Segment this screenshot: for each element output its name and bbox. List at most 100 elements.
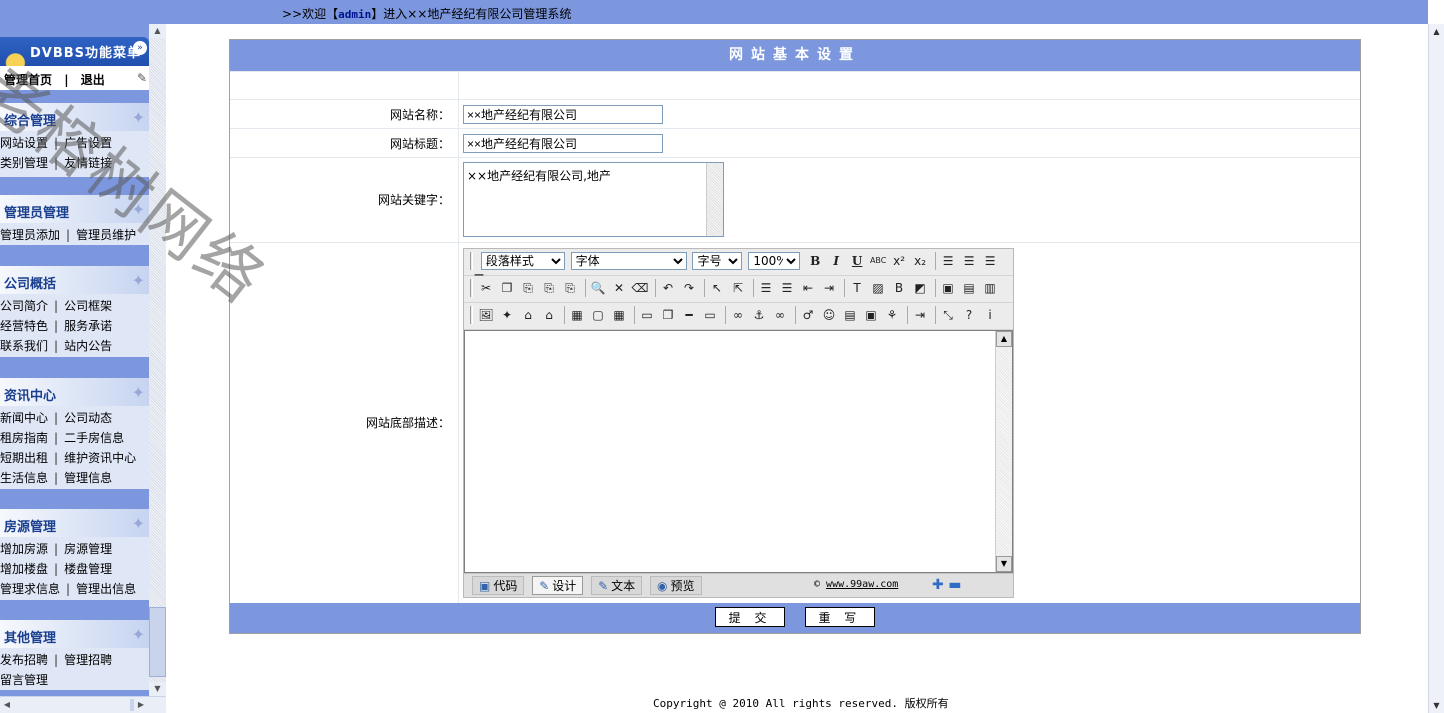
import-icon[interactable]: ⇥ [911, 306, 929, 324]
symbol-icon[interactable]: ⚘ [883, 306, 901, 324]
menu-link[interactable]: 留言管理 [0, 673, 48, 687]
copy-icon[interactable]: ❐ [498, 279, 516, 297]
scroll-left-arrow-icon[interactable]: ◀ [0, 697, 14, 713]
menu-link[interactable]: 增加楼盘 [0, 562, 48, 576]
media-icon[interactable]: ⌂ [519, 306, 537, 324]
scroll-up-arrow-icon[interactable]: ▲ [1429, 24, 1444, 39]
editor-scrollbar[interactable]: ▲ ▼ [995, 331, 1012, 572]
image-icon[interactable]: 🖼 [477, 306, 495, 324]
menu-link[interactable]: 联系我们 [0, 339, 48, 353]
marquee-icon[interactable]: ▭ [701, 306, 719, 324]
menu-link[interactable]: 公司框架 [64, 299, 112, 313]
redo-icon[interactable]: ↷ [680, 279, 698, 297]
menu-link[interactable]: 公司动态 [64, 411, 112, 425]
menu-link[interactable]: 发布招聘 [0, 653, 48, 667]
strikethrough-icon[interactable]: ABC [869, 252, 887, 270]
scroll-up-arrow-icon[interactable]: ▲ [149, 24, 166, 38]
site-title-input[interactable] [463, 134, 663, 153]
info-icon[interactable]: i [981, 306, 999, 324]
superscript-icon[interactable]: x² [890, 252, 908, 270]
eraser-icon[interactable]: ⌫ [631, 279, 649, 297]
mode-text-tab[interactable]: ✎ 文本 [591, 576, 643, 595]
collapse-chevron-icon[interactable]: » [133, 41, 147, 55]
emoticon-icon[interactable]: ☺ [820, 306, 838, 324]
special-char-icon[interactable]: ♂ [799, 306, 817, 324]
menu-link[interactable]: 广告设置 [64, 136, 112, 150]
menu-link[interactable]: 站内公告 [64, 339, 112, 353]
sidebar-vertical-scrollbar[interactable]: ▲ ▼ [149, 24, 166, 696]
italic-icon[interactable]: I [827, 252, 845, 270]
zoom-out-icon[interactable]: ▬ [948, 577, 961, 593]
form-icon[interactable]: ▢ [589, 306, 607, 324]
scroll-down-arrow-icon[interactable]: ▼ [1429, 698, 1444, 713]
template-icon[interactable]: ❐ [659, 306, 677, 324]
outdent-icon[interactable]: ⇤ [799, 279, 817, 297]
menu-link[interactable]: 友情链接 [64, 156, 112, 170]
mode-preview-tab[interactable]: ◉ 预览 [650, 576, 702, 595]
cut-icon[interactable]: ✂ [477, 279, 495, 297]
paste-text-icon[interactable]: ⎘ [540, 279, 558, 297]
menu-link[interactable]: 类别管理 [0, 156, 48, 170]
zoom-select[interactable]: 100% [748, 252, 801, 270]
scroll-down-arrow-icon[interactable]: ▼ [996, 556, 1012, 572]
logout-link[interactable]: 退出 [81, 73, 105, 87]
pin-icon[interactable]: ✎ [137, 71, 147, 85]
window-icon[interactable]: ▤ [960, 279, 978, 297]
menu-link[interactable]: 经营特色 [0, 319, 48, 333]
time-icon[interactable]: ▣ [862, 306, 880, 324]
align-left-icon[interactable]: ☰ [939, 252, 957, 270]
layer-icon[interactable]: ▣ [939, 279, 957, 297]
site-name-input[interactable] [463, 105, 663, 124]
font-select[interactable]: 字体 [570, 252, 687, 270]
paste-word-icon[interactable]: ⎘ [561, 279, 579, 297]
subscript-icon[interactable]: x₂ [911, 252, 929, 270]
grid-icon[interactable]: ▦ [610, 306, 628, 324]
keywords-textarea[interactable]: ××地产经纪有限公司,地产 [463, 162, 724, 237]
menu-link[interactable]: 管理招聘 [64, 653, 112, 667]
paste-icon[interactable]: ⎘ [519, 279, 537, 297]
editor-content-area[interactable]: ▲ ▼ [464, 330, 1013, 573]
help-icon[interactable]: ? [960, 306, 978, 324]
horizontal-rule-icon[interactable]: ━ [680, 306, 698, 324]
textarea-scrollbar[interactable] [706, 163, 723, 236]
bullet-list-icon[interactable]: ☰ [778, 279, 796, 297]
ordered-list-icon[interactable]: ☰ [757, 279, 775, 297]
background-color-icon[interactable]: B [890, 279, 908, 297]
table-icon[interactable]: ▦ [568, 306, 586, 324]
paragraph-style-select[interactable]: 段落样式 [480, 252, 565, 270]
menu-link[interactable]: 网站设置 [0, 136, 48, 150]
menu-link[interactable]: 房源管理 [64, 542, 112, 556]
menu-link[interactable]: 生活信息 [0, 471, 48, 485]
undo-icon[interactable]: ↶ [659, 279, 677, 297]
menu-link[interactable]: 管理信息 [64, 471, 112, 485]
menu-link[interactable]: 管理员维护 [76, 228, 136, 242]
scroll-up-arrow-icon[interactable]: ▲ [996, 331, 1012, 347]
mode-code-tab[interactable]: ▣ 代码 [472, 576, 525, 595]
reset-button[interactable]: 重 写 [804, 607, 875, 627]
menu-link[interactable]: 管理求信息 [0, 582, 60, 596]
flash-icon[interactable]: ✦ [498, 306, 516, 324]
scroll-down-arrow-icon[interactable]: ▼ [149, 682, 166, 696]
home-link[interactable]: 管理首页 [4, 73, 52, 87]
menu-link[interactable]: 增加房源 [0, 542, 48, 556]
unlink-icon[interactable]: ∞ [771, 306, 789, 324]
field-icon[interactable]: ▭ [638, 306, 656, 324]
zoom-in-icon[interactable]: ✚ [932, 577, 944, 593]
select-all-icon[interactable]: ↖ [708, 279, 726, 297]
menu-link[interactable]: 新闻中心 [0, 411, 48, 425]
delete-icon[interactable]: ✕ [610, 279, 628, 297]
file-icon[interactable]: ⌂ [540, 306, 558, 324]
border-icon[interactable]: ◩ [911, 279, 929, 297]
main-vertical-scrollbar[interactable]: ▲ ▼ [1428, 24, 1444, 713]
menu-link[interactable]: 二手房信息 [64, 431, 124, 445]
font-size-select[interactable]: 字号 [692, 252, 743, 270]
find-icon[interactable]: 🔍 [589, 279, 607, 297]
bold-icon[interactable]: B [806, 252, 824, 270]
menu-link[interactable]: 短期出租 [0, 451, 48, 465]
scroll-thumb[interactable] [149, 607, 166, 677]
frame-icon[interactable]: ▥ [981, 279, 999, 297]
menu-link[interactable]: 服务承诺 [64, 319, 112, 333]
highlight-icon[interactable]: ▨ [869, 279, 887, 297]
fullscreen-icon[interactable]: ⤡ [939, 306, 957, 324]
underline-icon[interactable]: U [848, 252, 866, 270]
